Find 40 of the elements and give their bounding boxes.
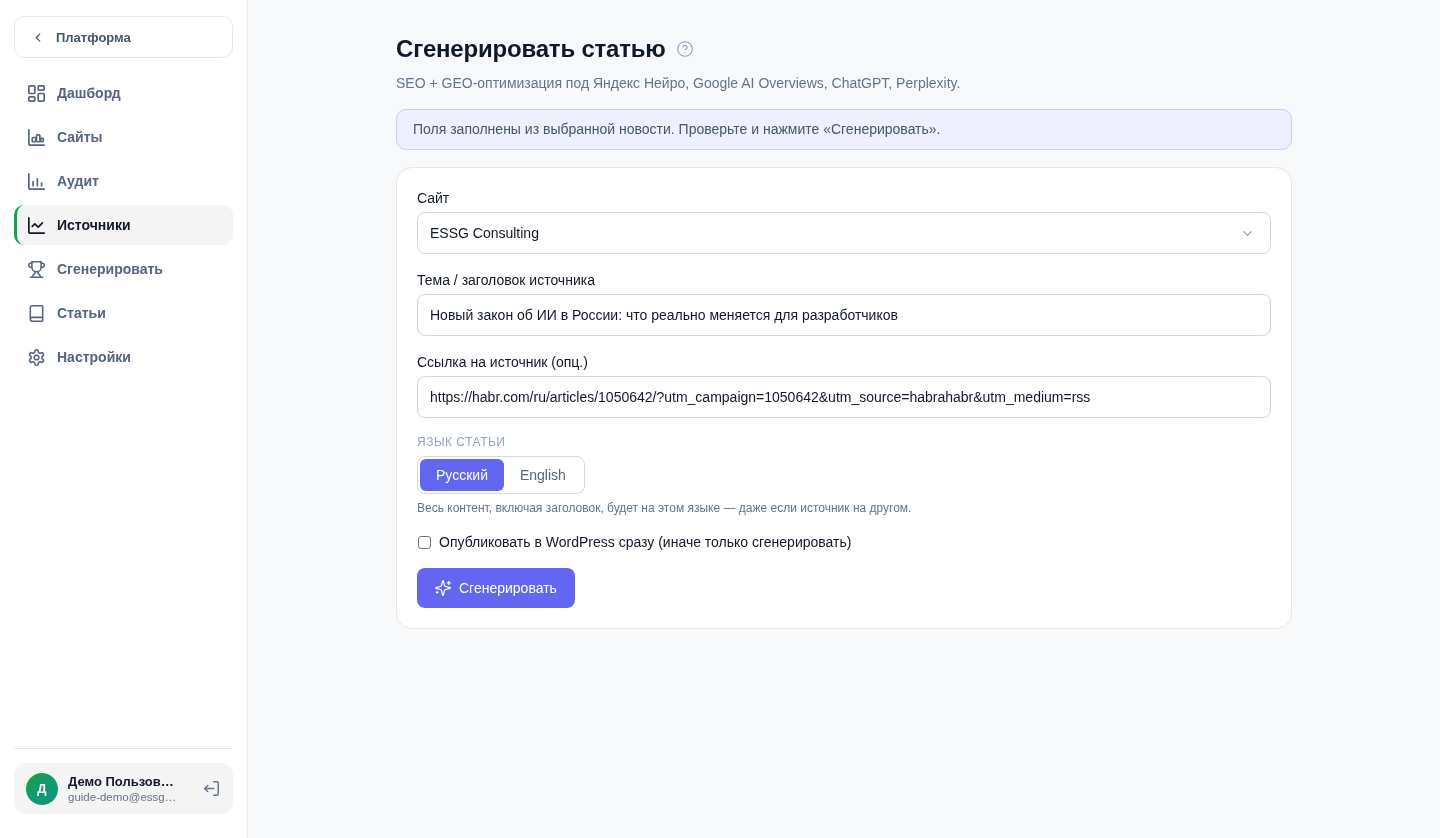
language-option[interactable]: English [503,459,582,491]
settings-icon [28,348,45,366]
language-option[interactable]: Русский [420,459,504,491]
nav-item[interactable]: Источники [14,205,233,245]
nav-item[interactable]: Сгенерировать [14,249,233,289]
trophy-icon [28,260,45,278]
nav-item[interactable]: Настройки [14,337,233,377]
field-label: Ссылка на источник (опц.) [417,353,589,372]
page-title: Сгенерировать статью [396,34,666,64]
logout-icon [203,781,219,796]
nav-item[interactable]: Сайты [14,117,233,157]
user-email: guide-demo@essg… [68,791,178,803]
chevron-left-icon [35,31,41,43]
back-button[interactable]: Платформа [14,16,233,58]
page-subtitle: SEO + GEO-оптимизация под Яндекс Нейро, Google AI Overviews, ChatGPT, Perplexity. [396,74,962,92]
chevron-down-icon [1243,230,1252,236]
book-icon [28,304,45,322]
avatar: Д [26,772,58,805]
logout-button[interactable] [203,780,219,797]
input-field[interactable]: https://habr.com/ru/articles/1050642/?utm_campaign=1050642&utm_source=habrahabr&utm_medium=rss [417,376,1271,418]
checkbox-label: Опубликовать в WordPress сразу (иначе только сгенерировать) [439,534,852,550]
grid-icon [28,84,45,102]
input-field[interactable]: Новый закон об ИИ в России: что реально меняется для разработчиков [417,294,1271,336]
sparkle-icon [435,580,451,596]
bar-chart-icon [28,128,45,146]
field-label: Сайт [417,189,451,208]
info-banner: Поля заполнены из выбранной новости. Проверьте и нажмите «Сгенерировать». [396,109,1292,150]
section-label: ЯЗЫК СТАТЬИ [417,434,507,450]
user-name: Демо Пользов… [68,774,175,789]
field-label: Тема / заголовок источника [417,271,596,290]
line-chart-icon [28,216,45,234]
nav-item[interactable]: Статьи [14,293,233,333]
help-icon[interactable] [676,41,693,57]
bar-chart-icon [28,172,45,190]
nav-item[interactable]: Дашборд [14,73,233,113]
checkbox[interactable] [418,535,431,549]
generate-button[interactable]: Сгенерировать [417,568,575,608]
nav-item[interactable]: Аудит [14,161,233,201]
select-field[interactable]: ESSG Consulting [417,212,1271,254]
hint-text: Весь контент, включая заголовок, будет на этом языке — даже если источник на другом. [417,500,913,516]
